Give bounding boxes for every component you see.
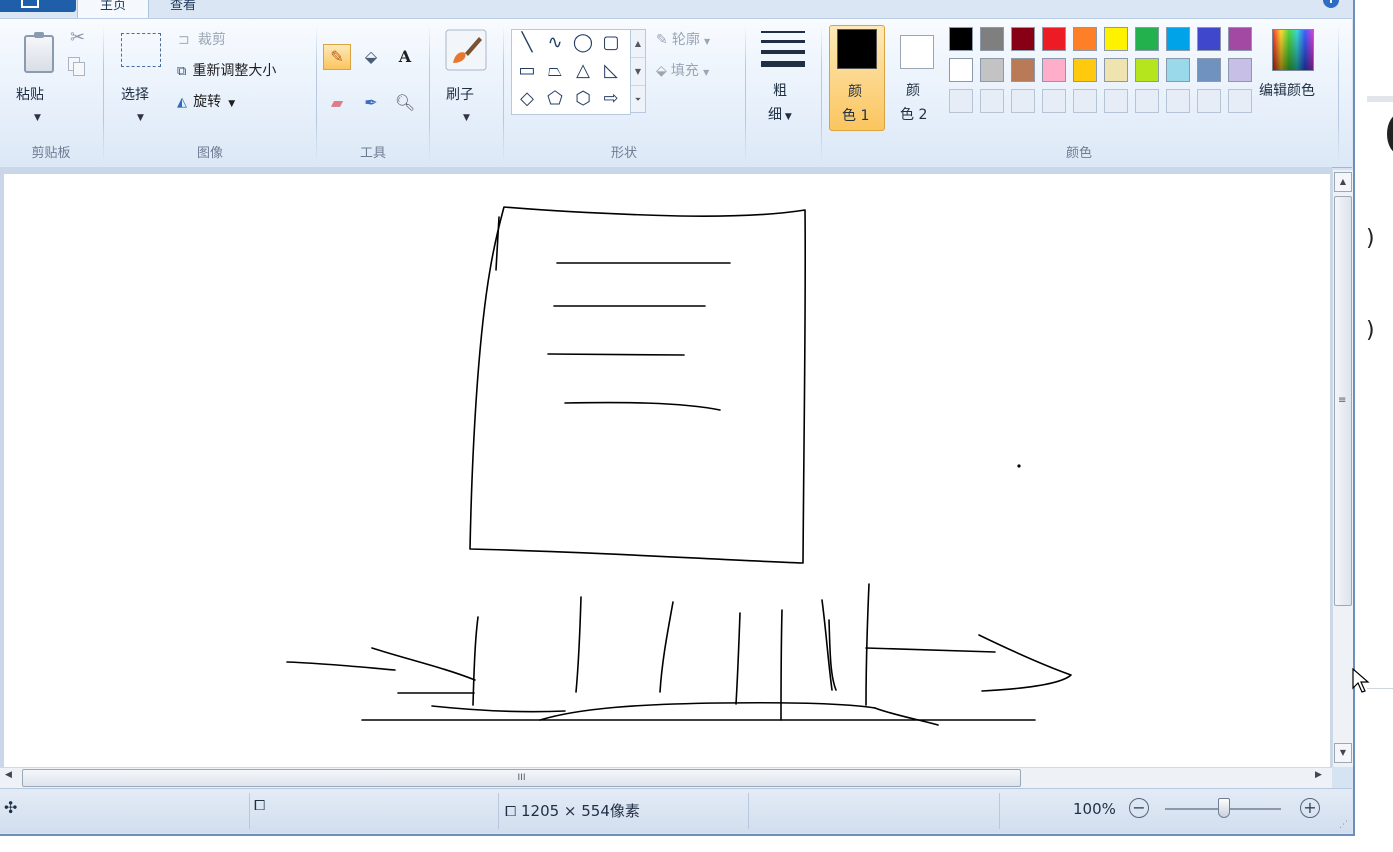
palette-color[interactable] <box>1197 58 1221 82</box>
palette-color[interactable] <box>1073 58 1097 82</box>
canvas-workspace <box>0 167 1332 767</box>
color1-label-line1: 颜 <box>848 84 862 100</box>
color1-swatch <box>837 29 877 69</box>
file-menu-button[interactable] <box>0 0 76 12</box>
background-window-icon <box>1387 114 1393 154</box>
help-icon[interactable]: i <box>1323 0 1339 8</box>
status-divider <box>498 793 499 829</box>
palette-custom-slot[interactable] <box>1135 89 1159 113</box>
palette-color[interactable] <box>949 58 973 82</box>
palette-color[interactable] <box>980 27 1004 51</box>
palette-custom-slot[interactable] <box>1073 89 1097 113</box>
canvas-size-icon: ⧠ <box>505 804 517 820</box>
palette-custom-slot[interactable] <box>1228 89 1252 113</box>
status-divider <box>249 793 250 829</box>
scroll-right-button[interactable]: ▶ <box>1315 770 1322 780</box>
palette-color[interactable] <box>1042 27 1066 51</box>
sketch-drawing <box>286 206 1072 726</box>
paint-window: 主页 查看 i 粘贴 ▼ ✂ 剪贴板 选择 ▼ <box>0 0 1355 836</box>
background-window-text: ) <box>1366 226 1375 251</box>
mouse-cursor-icon <box>1352 668 1370 693</box>
selection-size-icon: ⧠ <box>254 798 266 814</box>
group-label-colors: 颜色 <box>1065 146 1092 161</box>
scroll-grip-icon: ≡ <box>1338 395 1347 406</box>
group-colors: 颜 色 1 颜 色 2 编辑颜色 颜色 <box>0 19 1340 165</box>
palette-custom-slot[interactable] <box>949 89 973 113</box>
palette-color[interactable] <box>1228 58 1252 82</box>
palette-custom-slot[interactable] <box>980 89 1004 113</box>
palette-color[interactable] <box>1042 58 1066 82</box>
edit-colors-icon[interactable] <box>1272 29 1314 71</box>
palette-custom-slot[interactable] <box>1042 89 1066 113</box>
palette-color[interactable] <box>1166 58 1190 82</box>
status-divider <box>748 793 749 829</box>
palette-color[interactable] <box>1011 58 1035 82</box>
scroll-grip-icon: III <box>517 773 526 783</box>
zoom-in-button[interactable]: + <box>1300 798 1320 818</box>
zoom-out-button[interactable]: − <box>1129 798 1149 818</box>
zoom-slider-thumb[interactable] <box>1218 798 1230 818</box>
canvas-size-text: 1205 × 554像素 <box>520 802 640 820</box>
scroll-down-button[interactable]: ▼ <box>1334 743 1352 763</box>
background-window-bar <box>1367 96 1393 102</box>
color2-label-line2: 色 2 <box>900 107 928 123</box>
ribbon-tab-strip: 主页 查看 i <box>0 0 1353 18</box>
group-divider <box>1338 25 1339 163</box>
scroll-up-button[interactable]: ▲ <box>1334 172 1352 192</box>
color2-label-line1: 颜 <box>906 83 920 99</box>
horizontal-scroll-thumb[interactable]: III <box>22 769 1021 787</box>
horizontal-scrollbar[interactable]: ◀ III ▶ <box>0 767 1332 789</box>
status-divider <box>999 793 1000 829</box>
palette-color[interactable] <box>1073 27 1097 51</box>
color2-swatch <box>900 35 934 69</box>
color1-button[interactable]: 颜 色 1 <box>829 25 885 131</box>
palette-color[interactable] <box>1104 27 1128 51</box>
vertical-scrollbar[interactable]: ▲ ≡ ▼ <box>1332 170 1353 767</box>
status-bar: ✣ ⧠ ⧠ 1205 × 554像素 100% − + ⋰ <box>0 788 1352 833</box>
palette-color[interactable] <box>1135 58 1159 82</box>
palette-custom-slot[interactable] <box>1166 89 1190 113</box>
zoom-level: 100% <box>1073 800 1116 818</box>
palette-color[interactable] <box>980 58 1004 82</box>
tab-view[interactable]: 查看 <box>156 0 210 18</box>
color2-button[interactable]: 颜 色 2 <box>892 25 942 131</box>
palette-color[interactable] <box>1104 58 1128 82</box>
background-window-text: ) <box>1366 318 1375 343</box>
palette-custom-slot[interactable] <box>1104 89 1128 113</box>
edit-colors-label[interactable]: 编辑颜色 <box>1259 80 1315 100</box>
background-window: ) ) <box>1357 0 1393 852</box>
palette-color[interactable] <box>1135 27 1159 51</box>
palette-custom-slot[interactable] <box>1197 89 1221 113</box>
palette-color[interactable] <box>1011 27 1035 51</box>
palette-color[interactable] <box>1228 27 1252 51</box>
drawing-canvas[interactable] <box>4 174 1330 767</box>
palette-color[interactable] <box>949 27 973 51</box>
canvas-size-display: ⧠ 1205 × 554像素 <box>505 800 640 821</box>
ribbon: 粘贴 ▼ ✂ 剪贴板 选择 ▼ ⊐ 裁剪 ⧉ 重新调整大小 ◭ 旋转 ▼ 图像 … <box>0 18 1352 168</box>
palette-color[interactable] <box>1197 27 1221 51</box>
color1-label-line2: 色 1 <box>842 108 870 124</box>
tab-home[interactable]: 主页 <box>77 0 149 18</box>
vertical-scroll-thumb[interactable]: ≡ <box>1334 196 1352 606</box>
palette-color[interactable] <box>1166 27 1190 51</box>
move-cursor-icon: ✣ <box>4 798 18 817</box>
resize-grip-icon[interactable]: ⋰ <box>1339 820 1348 830</box>
scroll-left-button[interactable]: ◀ <box>5 770 12 780</box>
palette-custom-slot[interactable] <box>1011 89 1035 113</box>
